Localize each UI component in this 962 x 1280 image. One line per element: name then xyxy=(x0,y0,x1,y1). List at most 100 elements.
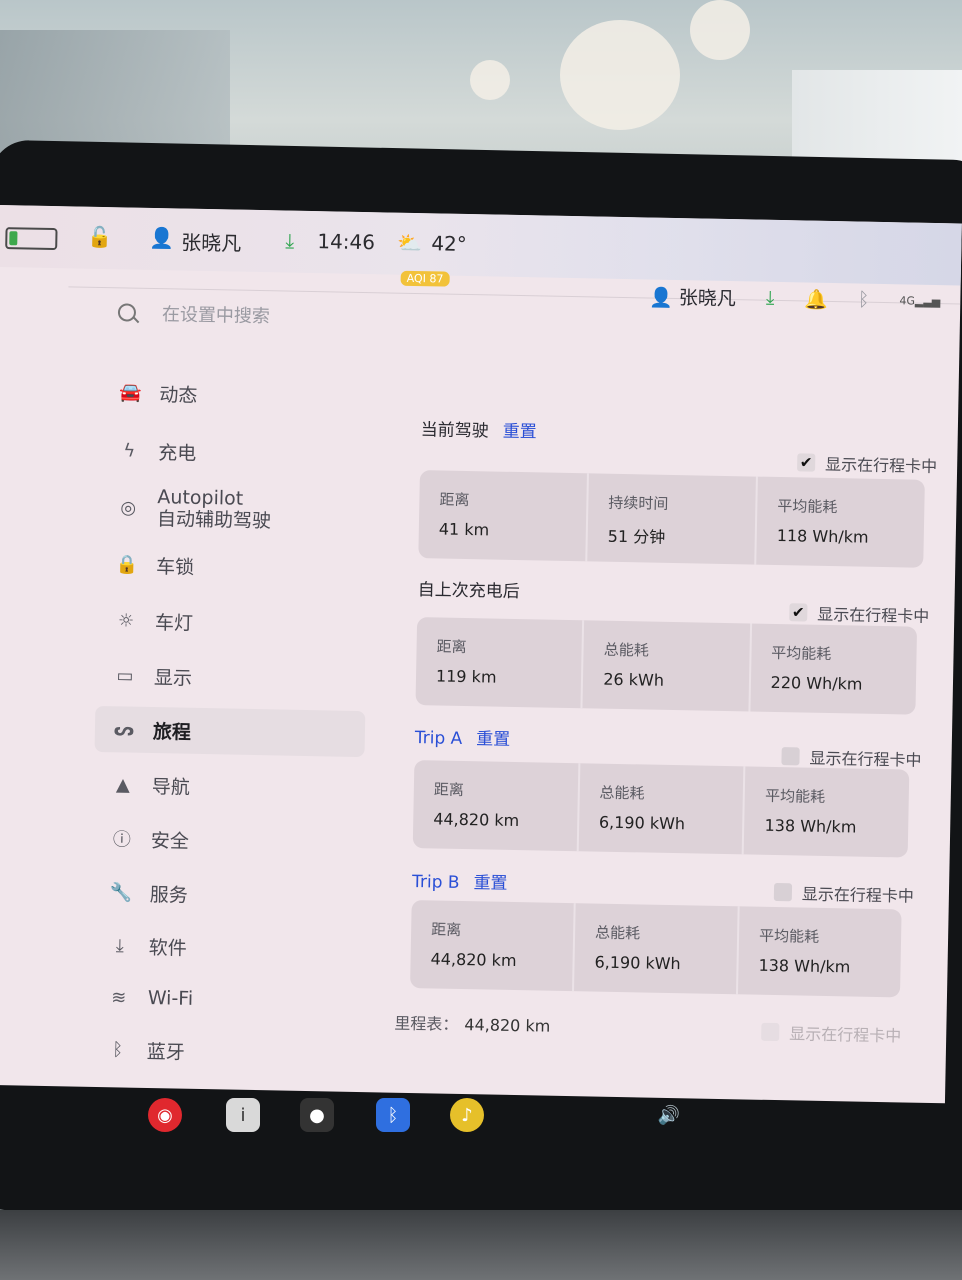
sidebar-item-charging[interactable]: ϟ 充电 xyxy=(100,427,371,478)
status-user-name[interactable]: 张晓凡 xyxy=(181,226,242,256)
odometer: 里程表： 44,820 km xyxy=(394,1010,550,1037)
checkbox-unchecked-icon xyxy=(761,1022,780,1042)
sidebar-item-locks[interactable]: 🔒 车锁 xyxy=(98,541,369,592)
stat-cell: 距离 44,820 km xyxy=(410,900,576,992)
show-label: 显示在行程卡中 xyxy=(809,748,922,770)
stat-value: 51 分钟 xyxy=(607,526,666,547)
sidebar-item-bluetooth[interactable]: ᛒ 蓝牙 xyxy=(88,1026,359,1077)
stat-label: 距离 xyxy=(433,780,465,800)
sidebar-item-autopilot[interactable]: ◎ Autopilot 自动辅助驾驶 xyxy=(99,479,370,540)
alert-circle-icon: ⓘ xyxy=(112,829,132,851)
stat-value: 26 kWh xyxy=(603,669,665,690)
car-icon: 🚘 xyxy=(119,381,142,404)
stat-label: 平均能耗 xyxy=(771,643,832,664)
stat-label: 平均能耗 xyxy=(777,496,838,517)
stat-label: 持续时间 xyxy=(608,493,669,513)
stat-value: 44,820 km xyxy=(433,809,520,831)
info-icon[interactable]: i xyxy=(226,1098,260,1132)
section-title-text: Trip A xyxy=(414,728,463,749)
camera-icon[interactable]: ● xyxy=(300,1098,334,1132)
sidebar-item-safety[interactable]: ⓘ 安全 xyxy=(92,815,363,866)
stat-label: 平均能耗 xyxy=(758,926,820,946)
stat-cell: 距离 41 km xyxy=(418,470,589,562)
show-label: 显示在行程卡中 xyxy=(801,884,915,906)
blossom-decoration xyxy=(690,0,750,60)
stat-label: 距离 xyxy=(439,490,470,510)
current-drive-card: 距离 41 km 持续时间 51 分钟 平均能耗 118 Wh/km xyxy=(418,470,925,568)
stat-value: 118 Wh/km xyxy=(776,525,869,547)
trip-b-title: Trip B 重置 xyxy=(412,867,508,894)
volume-icon[interactable]: 🔊 xyxy=(652,1098,686,1132)
blossom-decoration xyxy=(470,60,510,100)
music-app-icon[interactable]: ♪ xyxy=(450,1098,484,1132)
current-drive-title: 当前驾驶 重置 xyxy=(421,415,537,442)
stat-cell: 总能耗 26 kWh xyxy=(582,620,752,712)
since-charge-show-toggle[interactable]: ✔ 显示在行程卡中 xyxy=(789,600,929,627)
trip-b-reset-button[interactable]: 重置 xyxy=(473,873,507,894)
settings-search[interactable]: 在设置中搜索 xyxy=(117,299,419,341)
sidebar-item-lights[interactable]: ☼ 车灯 xyxy=(97,597,368,648)
temperature: 42° xyxy=(431,231,468,256)
sidebar-item-service[interactable]: 🔧 服务 xyxy=(91,869,362,920)
display-icon: ▭ xyxy=(116,664,134,687)
sidebar-item-label: 软件 xyxy=(148,936,187,960)
netease-music-icon[interactable]: ◉ xyxy=(148,1098,182,1132)
sidebar-item-navigation[interactable]: ▲ 导航 xyxy=(93,761,364,812)
user-icon: 👤 xyxy=(149,225,175,251)
settings-sidebar: 在设置中搜索 🚘 动态 ϟ 充电 ◎ Autopilot 自动辅助驾驶 🔒 车锁… xyxy=(0,267,379,1092)
sidebar-item-label: 显示 xyxy=(153,666,193,690)
stat-label: 距离 xyxy=(430,920,462,939)
show-label: 显示在行程卡中 xyxy=(817,604,930,626)
trip-b-show-toggle[interactable]: 显示在行程卡中 xyxy=(773,880,915,907)
checkbox-unchecked-icon xyxy=(773,882,793,902)
trips-icon: ᔕ xyxy=(113,718,135,741)
show-label: 显示在行程卡中 xyxy=(824,454,938,477)
sidebar-item-label: 蓝牙 xyxy=(146,1040,185,1064)
stat-cell: 平均能耗 138 Wh/km xyxy=(744,766,909,857)
navigation-arrow-icon: ▲ xyxy=(115,773,131,796)
stat-value: 44,820 km xyxy=(430,949,517,971)
sidebar-item-label: Autopilot xyxy=(157,486,244,510)
stat-value: 138 Wh/km xyxy=(758,955,851,977)
weather-icon: ⛅ xyxy=(397,230,423,256)
search-icon xyxy=(117,303,137,322)
sidebar-item-software[interactable]: ⤓ 软件 xyxy=(90,922,361,973)
odometer-show-toggle[interactable]: 显示在行程卡中 xyxy=(761,1020,901,1047)
stat-value: 6,190 kWh xyxy=(594,952,681,974)
trips-panel: 当前驾驶 重置 ✔ 显示在行程卡中 距离 41 km 持续时间 51 分钟 平均能耗 1… xyxy=(363,274,961,1103)
download-icon: ⤓ xyxy=(115,934,124,957)
bluetooth-app-icon[interactable]: ᛒ xyxy=(376,1098,410,1132)
map-strip xyxy=(418,213,962,286)
stat-cell: 持续时间 51 分钟 xyxy=(587,473,758,565)
sidebar-item-label: Wi-Fi xyxy=(147,986,194,1010)
unlock-icon[interactable]: 🔓 xyxy=(87,225,112,249)
checkbox-unchecked-icon xyxy=(781,747,800,766)
stat-label: 总能耗 xyxy=(599,783,645,803)
odometer-label: 里程表： xyxy=(394,1013,459,1034)
clock: 14:46 xyxy=(317,229,376,255)
stat-cell: 平均能耗 220 Wh/km xyxy=(750,624,917,715)
bluetooth-icon: ᛒ xyxy=(112,1038,124,1061)
since-charge-title: 自上次充电后 xyxy=(417,575,519,602)
stat-cell: 总能耗 6,190 kWh xyxy=(578,763,746,855)
checkbox-checked-icon: ✔ xyxy=(797,453,816,472)
stat-label: 平均能耗 xyxy=(764,786,826,806)
current-drive-reset-button[interactable]: 重置 xyxy=(503,422,537,443)
sidebar-item-label: 导航 xyxy=(151,775,191,799)
sidebar-item-display[interactable]: ▭ 显示 xyxy=(96,652,367,703)
odometer-value: 44,820 km xyxy=(464,1015,551,1036)
sidebar-item-label: 车锁 xyxy=(155,555,195,579)
current-drive-show-toggle[interactable]: ✔ 显示在行程卡中 xyxy=(797,450,937,477)
sidebar-item-wifi[interactable]: ≋ Wi-Fi xyxy=(89,974,360,1025)
since-charge-card: 距离 119 km 总能耗 26 kWh 平均能耗 220 Wh/km xyxy=(415,617,918,715)
stat-label: 距离 xyxy=(436,637,467,657)
sidebar-item-trips[interactable]: ᔕ 旅程 xyxy=(94,705,366,758)
car-interior xyxy=(0,1210,962,1280)
checkbox-checked-icon: ✔ xyxy=(789,603,808,622)
sidebar-item-label: 旅程 xyxy=(152,720,192,744)
trip-a-reset-button[interactable]: 重置 xyxy=(476,729,510,750)
sidebar-item-label: 安全 xyxy=(150,829,190,853)
sidebar-item-controls[interactable]: 🚘 动态 xyxy=(101,369,372,420)
sidebar-item-sublabel: 自动辅助驾驶 xyxy=(156,508,272,533)
show-label: 显示在行程卡中 xyxy=(789,1024,902,1046)
